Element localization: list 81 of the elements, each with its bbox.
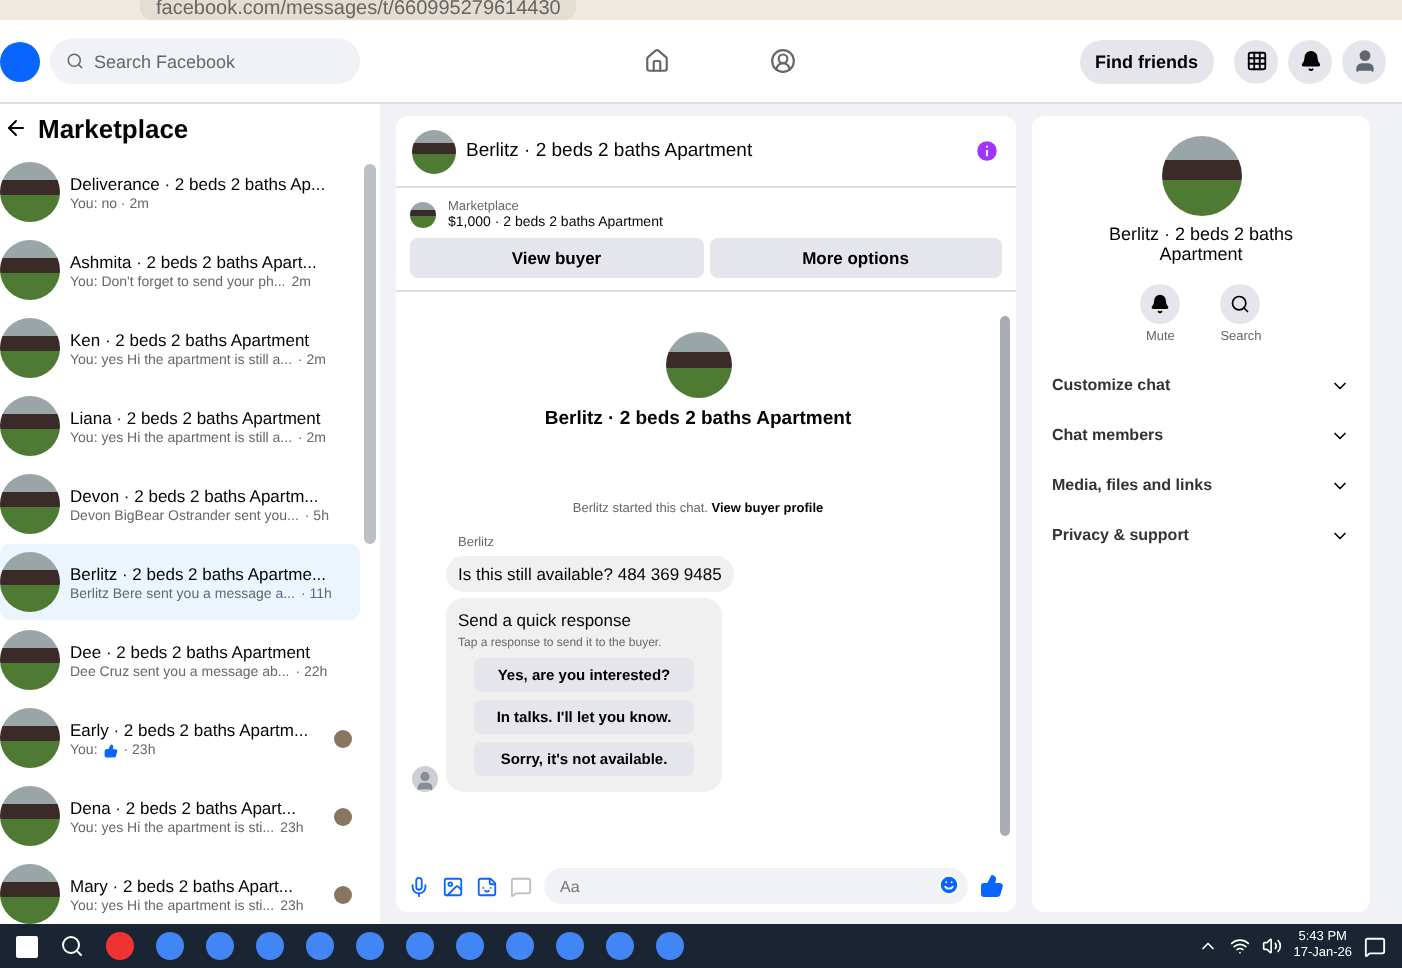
listing-button[interactable]: View buyer — [410, 238, 703, 278]
search-icon — [66, 52, 84, 70]
microphone-icon[interactable] — [408, 875, 430, 897]
profile-icon[interactable] — [769, 48, 796, 74]
section-row[interactable]: Chat members — [1032, 410, 1370, 460]
sidebar-title: Marketplace — [38, 113, 189, 143]
photo-placeholder — [0, 474, 60, 534]
app-icon[interactable] — [356, 932, 384, 960]
sticker-icon[interactable] — [476, 875, 498, 897]
app-icon[interactable] — [556, 932, 584, 960]
search-button[interactable] — [1220, 284, 1261, 324]
conversation-name: Dee · 2 beds 2 baths Apartment — [70, 641, 313, 661]
intro-title: Berlitz · 2 beds 2 baths Apartment — [544, 408, 852, 430]
listing-button[interactable]: More options — [709, 238, 1002, 278]
chat-title: Berlitz · 2 beds 2 baths Apartment — [466, 140, 755, 162]
photo-placeholder — [0, 630, 60, 690]
app-icon[interactable] — [456, 932, 484, 960]
conversation-name: Dena · 2 beds 2 baths Apart... — [70, 797, 298, 817]
photo-placeholder — [0, 396, 60, 456]
scrollbar[interactable] — [364, 164, 376, 544]
app-icon[interactable] — [406, 932, 434, 960]
wifi-icon[interactable] — [1229, 936, 1250, 956]
find-friends-button[interactable]: Find friends — [1079, 39, 1214, 83]
photo-placeholder — [0, 708, 60, 768]
conversation-name: Early · 2 beds 2 baths Apartm... — [70, 719, 311, 739]
scrollbar[interactable] — [1000, 316, 1010, 836]
app-icon[interactable] — [306, 932, 334, 960]
details-title: Berlitz · 2 beds 2 baths Apartment — [1106, 224, 1296, 264]
menu-button[interactable] — [1234, 39, 1278, 83]
conversation-name: Berlitz · 2 beds 2 baths Apartme... — [70, 563, 329, 583]
speaker-icon[interactable] — [1261, 936, 1282, 956]
logo-icon[interactable] — [0, 41, 40, 81]
app-icon[interactable] — [156, 932, 184, 960]
app-icon[interactable] — [656, 932, 684, 960]
photo-placeholder — [412, 129, 456, 173]
app-icon[interactable] — [506, 932, 534, 960]
message-field[interactable]: Aa — [544, 868, 968, 904]
app-icon[interactable] — [256, 932, 284, 960]
like-icon[interactable] — [980, 874, 1004, 898]
section-row[interactable]: Media, files and links — [1032, 460, 1370, 510]
home-icon[interactable] — [643, 48, 670, 74]
app-icon[interactable] — [606, 932, 634, 960]
search-icon — [1230, 294, 1251, 314]
photo-placeholder — [0, 786, 60, 846]
photo-placeholder — [1161, 136, 1241, 216]
account-button[interactable] — [1342, 39, 1386, 83]
avatar-icon — [412, 766, 438, 792]
address-bar[interactable]: facebook.com/messages/t/660995279614430 — [140, 0, 577, 20]
conversation-name: Deliverance · 2 beds 2 baths Ap... — [70, 173, 328, 193]
photo-placeholder — [665, 332, 731, 398]
windows-icon[interactable] — [16, 935, 38, 957]
image-icon[interactable] — [442, 875, 464, 897]
conversation-name: Ashmita · 2 beds 2 baths Apart... — [70, 251, 319, 271]
emoji-icon[interactable] — [938, 874, 960, 896]
info-icon[interactable] — [974, 138, 1000, 164]
photo-placeholder — [0, 864, 60, 924]
conversation-name: Mary · 2 beds 2 baths Apart... — [70, 875, 296, 895]
conversation-name: Devon · 2 beds 2 baths Apartm... — [70, 485, 321, 505]
search-icon[interactable] — [60, 934, 84, 958]
photo-placeholder — [410, 202, 436, 228]
section-row[interactable]: Customize chat — [1032, 360, 1370, 410]
notifications-icon[interactable] — [1364, 935, 1386, 957]
photo-placeholder — [0, 318, 60, 378]
photo-placeholder — [0, 162, 60, 222]
search-field[interactable]: Search Facebook — [50, 38, 360, 84]
app-icon[interactable] — [106, 932, 134, 960]
quick-response-title: Send a quick response — [458, 610, 633, 630]
bell-icon — [1299, 50, 1321, 72]
bell-icon — [1150, 294, 1171, 314]
conversation-name: Liana · 2 beds 2 baths Apartment — [70, 407, 323, 427]
notifications-button[interactable] — [1288, 39, 1332, 83]
photo-placeholder — [0, 240, 60, 300]
app-icon[interactable] — [206, 932, 234, 960]
message-bubble: Is this still available? 484 369 9485 — [446, 556, 734, 592]
mute-button[interactable] — [1140, 284, 1181, 324]
back-icon[interactable] — [4, 116, 28, 140]
grid-icon — [1245, 50, 1267, 72]
person-icon — [1351, 48, 1377, 74]
conversation-name: Ken · 2 beds 2 baths Apartment — [70, 329, 312, 349]
photo-placeholder — [0, 552, 60, 612]
section-row[interactable]: Privacy & support — [1032, 510, 1370, 560]
